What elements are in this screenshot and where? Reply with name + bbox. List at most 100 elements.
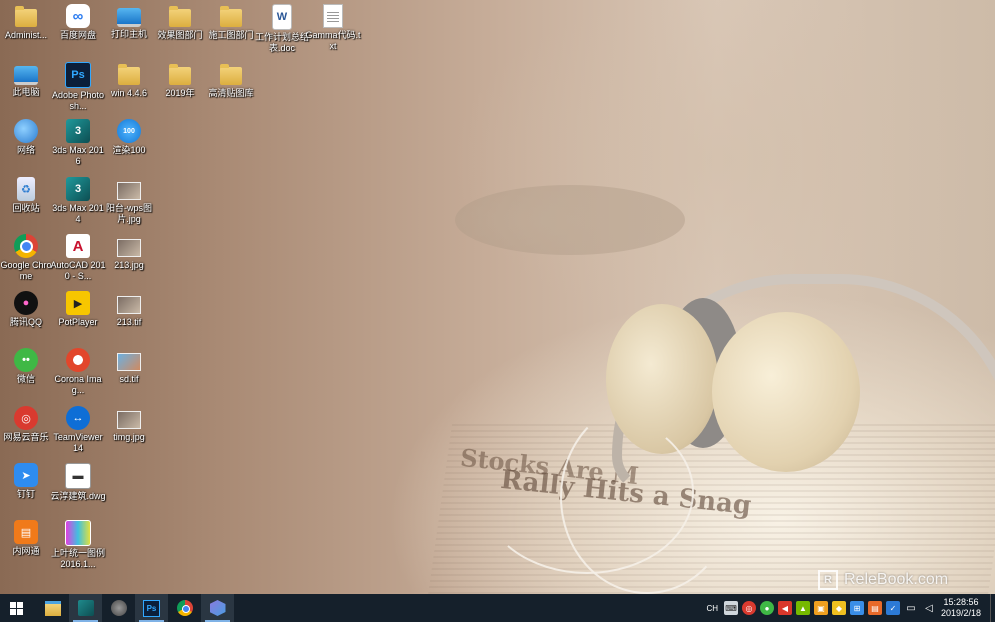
desktop-shortcut-label: 内网通	[12, 546, 40, 556]
year-2019-folder-icon	[168, 62, 192, 86]
desktop-shortcut[interactable]: 3 3ds Max 2016	[50, 119, 106, 167]
nvidia-tray-icon[interactable]: ▲	[796, 601, 810, 615]
desktop-shortcut-label: 3ds Max 2014	[52, 203, 104, 224]
desktop-shortcut[interactable]: 施工图部门	[203, 4, 259, 41]
desktop-shortcut-label: 回收站	[12, 203, 40, 213]
desktop-shortcut-label: Corona Imag...	[54, 374, 102, 395]
taskbar-file-explorer[interactable]	[36, 594, 69, 622]
desktop-shortcut[interactable]: 3 3ds Max 2014	[50, 177, 106, 225]
desktop-shortcut[interactable]: W 工作计划总结表.doc	[254, 4, 310, 54]
desktop-shortcut-label: timg.jpg	[113, 432, 145, 442]
volume-icon[interactable]: ◁	[922, 601, 936, 615]
desktop-shortcut-label: 上叶统一图例2016.1...	[50, 548, 105, 569]
desktop-shortcut[interactable]: Gamma代码.txt	[305, 4, 361, 52]
desktop-shortcut-label: TeamViewer 14	[53, 432, 103, 453]
photoshop-icon: Ps	[65, 62, 91, 88]
desktop-shortcut[interactable]: ◎ 网易云音乐	[0, 406, 54, 443]
clock[interactable]: 15:28:56 2019/2/18	[938, 597, 984, 619]
desktop-shortcut[interactable]: •• 微信	[0, 348, 54, 385]
corona-image-icon	[66, 348, 90, 372]
taskbar-corona[interactable]	[102, 594, 135, 622]
desktop-shortcut-label: 网络	[16, 145, 35, 155]
desktop-shortcut[interactable]: sd.tif	[101, 348, 157, 385]
desktop-shortcut[interactable]: timg.jpg	[101, 406, 157, 443]
desktop-shortcut[interactable]: Google Chrome	[0, 234, 54, 282]
desktop-shortcut[interactable]: ➤ 钉钉	[0, 463, 54, 500]
watermark-text: ReleBook.com	[844, 571, 949, 588]
desktop-shortcut-label: Google Chrome	[0, 260, 52, 281]
desktop-shortcut[interactable]: ∞ 百度网盘	[50, 4, 106, 41]
qq-tray-icon[interactable]: ▤	[868, 601, 882, 615]
desktop-shortcut-label: 钉钉	[16, 489, 35, 499]
desktop-shortcut-label: 此电脑	[12, 87, 40, 97]
security-shield-icon[interactable]: ✓	[886, 601, 900, 615]
desktop-shortcut[interactable]: A AutoCAD 2010 - S...	[50, 234, 106, 282]
desktop-shortcut[interactable]: 效果图部门	[152, 4, 208, 41]
taskbar-photoshop[interactable]: Ps	[135, 594, 168, 622]
watermark: R ReleBook.com	[818, 570, 948, 590]
desktop-shortcut-label: 渲染100	[112, 145, 146, 155]
desktop-shortcut[interactable]: 213.jpg	[101, 234, 157, 271]
shield-tray-icon[interactable]: ◆	[832, 601, 846, 615]
netease-tray-icon[interactable]: ◎	[742, 601, 756, 615]
desktop-shortcut[interactable]: ♻ 回收站	[0, 177, 54, 214]
app-tray-icon[interactable]: ▣	[814, 601, 828, 615]
desktop-shortcut[interactable]: 213.tif	[101, 291, 157, 328]
desktop-shortcut[interactable]: Ps Adobe Photosh...	[50, 62, 106, 112]
desktop-shortcut-label: 腾讯QQ	[9, 317, 42, 327]
desktop-shortcut[interactable]: ↔ TeamViewer 14	[50, 406, 106, 454]
start-button[interactable]	[0, 594, 32, 622]
clock-date: 2019/2/18	[940, 608, 982, 618]
taskbar-3dsmax[interactable]	[69, 594, 102, 622]
desktop-shortcut-label: 施工图部门	[208, 30, 254, 40]
desktop-shortcut[interactable]: Administ...	[0, 4, 54, 41]
image-213-tif-icon	[117, 291, 141, 315]
win446-folder-icon	[117, 62, 141, 86]
taskbar: Ps CH ⌨ ◎ ● ◀ ▲ ▣ ◆ ⊞ ▤ ✓ ▭ ◁ 15:28:56 2…	[0, 594, 995, 622]
potplayer-icon: ▶	[66, 291, 90, 315]
3dsmax-icon	[77, 600, 94, 616]
wallpaper-cup	[455, 185, 685, 255]
render100-icon: 100	[117, 119, 141, 143]
desktop-shortcut-label: 工作计划总结表.doc	[254, 32, 309, 53]
image-213-jpg-icon	[117, 234, 141, 258]
desktop-shortcut[interactable]: win 4.4.6	[101, 62, 157, 99]
administrator-folder-icon	[14, 4, 38, 28]
desktop-shortcut[interactable]: ▶ PotPlayer	[50, 291, 106, 328]
legend-image-icon	[65, 520, 91, 546]
input-tray-icon[interactable]: ⊞	[850, 601, 864, 615]
cloud-build-dwg-icon: ▬	[65, 463, 91, 489]
image-timg-jpg-icon	[117, 406, 141, 430]
desktop-shortcut-label: 百度网盘	[59, 30, 96, 40]
speaker-tray-icon[interactable]: ◀	[778, 601, 792, 615]
network-icon	[14, 119, 38, 143]
desktop-shortcut[interactable]: 网络	[0, 119, 54, 156]
desktop-shortcut[interactable]: 100 渲染100	[101, 119, 157, 156]
keyboard-icon[interactable]: ⌨	[724, 601, 738, 615]
desktop-shortcut[interactable]: 阳台-wps图片.jpg	[101, 177, 157, 225]
desktop-shortcut-label: AutoCAD 2010 - S...	[50, 260, 106, 281]
taskbar-chrome[interactable]	[168, 594, 201, 622]
wallpaper-ear-cup-right	[712, 312, 860, 472]
baidu-netdisk-icon: ∞	[66, 4, 90, 28]
desktop-shortcut[interactable]: ▬ 云淳建筑.dwg	[50, 463, 106, 502]
desktop-shortcut[interactable]: 打印主机	[101, 4, 157, 40]
desktop-shortcut-label: 网易云音乐	[3, 432, 49, 442]
wechat-tray-icon[interactable]: ●	[760, 601, 774, 615]
desktop-shortcut[interactable]: 高清贴图库	[203, 62, 259, 99]
desktop-shortcut[interactable]: Corona Imag...	[50, 348, 106, 396]
desktop-shortcut[interactable]: ▤ 内网通	[0, 520, 54, 557]
desktop-shortcut[interactable]: 上叶统一图例2016.1...	[50, 520, 106, 570]
desktop-shortcut[interactable]: 2019年	[152, 62, 208, 99]
desktop-shortcut-label: 213.jpg	[114, 260, 144, 270]
desktop-shortcut[interactable]: ● 腾讯QQ	[0, 291, 54, 328]
desktop[interactable]: Stocks Are M Rally Hits a Snag Administ.…	[0, 0, 995, 594]
show-desktop-button[interactable]	[990, 594, 995, 622]
network-tray-icon[interactable]: ▭	[904, 601, 918, 615]
desktop-shortcut-label: 云淳建筑.dwg	[50, 491, 106, 501]
desktop-shortcut-label: Gamma代码.txt	[305, 30, 361, 51]
desktop-shortcut[interactable]: 此电脑	[0, 62, 54, 98]
effects-dept-folder-icon	[168, 4, 192, 28]
taskbar-app-extra[interactable]	[201, 594, 234, 622]
input-method-indicator[interactable]: CH	[706, 604, 718, 613]
